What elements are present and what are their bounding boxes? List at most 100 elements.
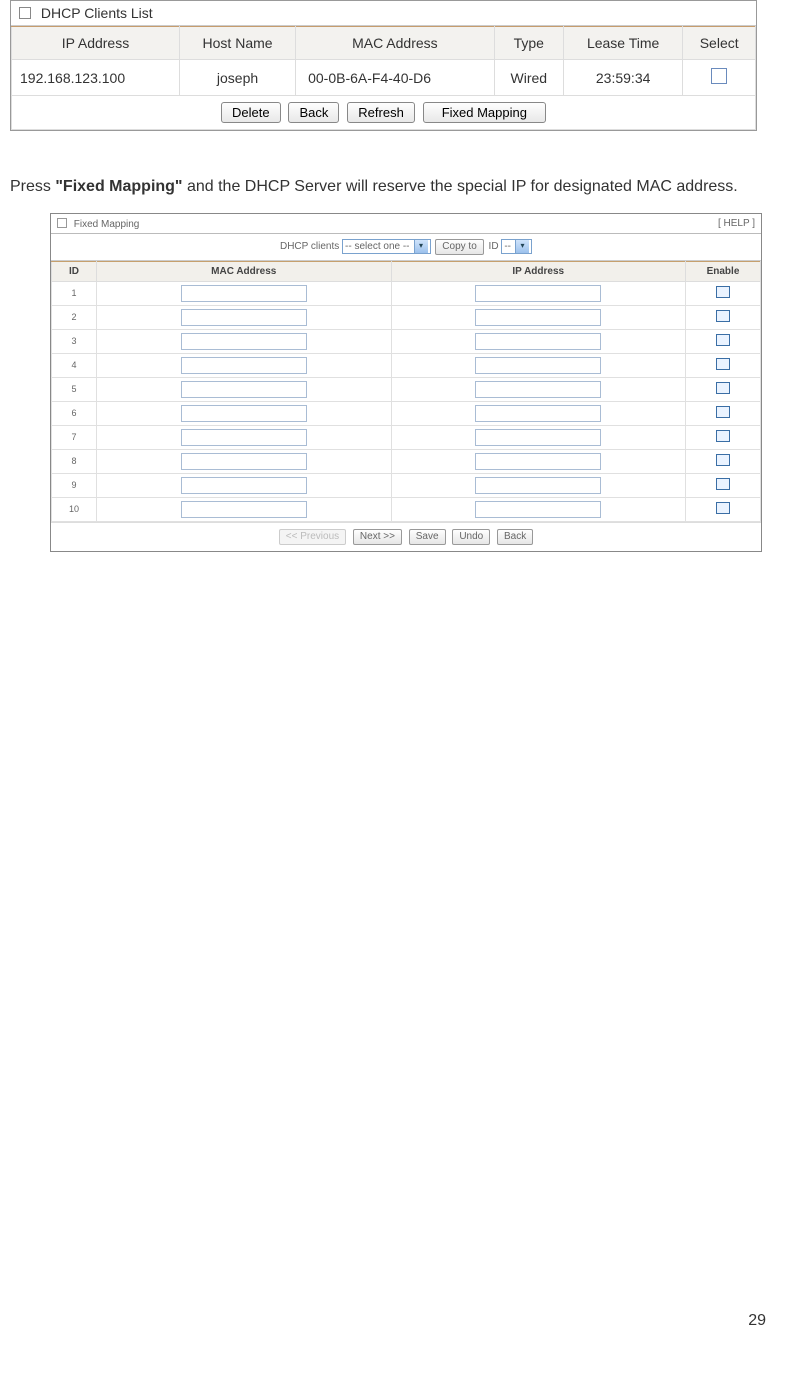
dhcp-clients-buttons-row: Delete Back Refresh Fixed Mapping — [12, 96, 756, 130]
col-host: Host Name — [179, 27, 295, 60]
fixed-mapping-title-bar: Fixed Mapping [ HELP ] — [51, 214, 761, 234]
cell-mac — [97, 306, 392, 330]
delete-button[interactable]: Delete — [221, 102, 281, 123]
cell-ip — [391, 282, 686, 306]
mac-input[interactable] — [181, 309, 307, 326]
dhcp-clients-title-bar: DHCP Clients List — [11, 1, 756, 26]
table-row: 8 — [52, 450, 761, 474]
cell-enable — [686, 498, 761, 522]
mac-input[interactable] — [181, 453, 307, 470]
col-mac: MAC Address — [296, 27, 495, 60]
cell-enable — [686, 402, 761, 426]
copy-to-button[interactable]: Copy to — [435, 239, 483, 255]
ip-input[interactable] — [475, 333, 601, 350]
enable-checkbox[interactable] — [716, 286, 730, 298]
fixed-mapping-footer: << Previous Next >> Save Undo Back — [51, 522, 761, 551]
ip-input[interactable] — [475, 285, 601, 302]
cell-enable — [686, 450, 761, 474]
cell-ip — [391, 354, 686, 378]
dhcp-clients-select[interactable]: -- select one -- ▾ — [342, 239, 430, 254]
chevron-down-icon: ▾ — [515, 240, 529, 253]
col-ip: IP Address — [12, 27, 180, 60]
cell-enable — [686, 354, 761, 378]
cell-ip — [391, 474, 686, 498]
ip-input[interactable] — [475, 405, 601, 422]
cell-mac — [97, 426, 392, 450]
table-row: 2 — [52, 306, 761, 330]
ip-input[interactable] — [475, 381, 601, 398]
mac-input[interactable] — [181, 477, 307, 494]
mac-input[interactable] — [181, 429, 307, 446]
dhcp-clients-title-text: DHCP Clients List — [41, 5, 153, 21]
help-link[interactable]: [ HELP ] — [718, 218, 755, 229]
ip-input[interactable] — [475, 501, 601, 518]
next-button[interactable]: Next >> — [353, 529, 402, 545]
cell-enable — [686, 474, 761, 498]
enable-checkbox[interactable] — [716, 502, 730, 514]
enable-checkbox[interactable] — [716, 406, 730, 418]
select-checkbox[interactable] — [711, 68, 727, 84]
mac-input[interactable] — [181, 357, 307, 374]
fixed-mapping-table: ID MAC Address IP Address Enable 1234567… — [51, 261, 761, 522]
dhcp-clients-label: DHCP clients — [280, 241, 339, 252]
enable-checkbox[interactable] — [716, 382, 730, 394]
cell-id: 7 — [52, 426, 97, 450]
enable-checkbox[interactable] — [716, 334, 730, 346]
id-select-value: -- — [504, 241, 511, 252]
cell-enable — [686, 282, 761, 306]
collapse-icon[interactable] — [19, 7, 31, 19]
mac-input[interactable] — [181, 381, 307, 398]
ip-input[interactable] — [475, 309, 601, 326]
mac-input[interactable] — [181, 333, 307, 350]
mac-input[interactable] — [181, 405, 307, 422]
cell-mac — [97, 354, 392, 378]
cell-lease: 23:59:34 — [563, 60, 682, 96]
refresh-button[interactable]: Refresh — [347, 102, 415, 123]
cell-id: 3 — [52, 330, 97, 354]
fixed-mapping-button[interactable]: Fixed Mapping — [423, 102, 546, 123]
enable-checkbox[interactable] — [716, 430, 730, 442]
cell-id: 8 — [52, 450, 97, 474]
dhcp-clients-table: IP Address Host Name MAC Address Type Le… — [11, 26, 756, 130]
table-row: 7 — [52, 426, 761, 450]
cell-mac — [97, 330, 392, 354]
enable-checkbox[interactable] — [716, 358, 730, 370]
cell-mac: 00-0B-6A-F4-40-D6 — [296, 60, 495, 96]
col-lease: Lease Time — [563, 27, 682, 60]
col-type: Type — [494, 27, 563, 60]
cell-enable — [686, 330, 761, 354]
col-mac: MAC Address — [97, 262, 392, 282]
mac-input[interactable] — [181, 285, 307, 302]
back-button[interactable]: Back — [288, 102, 339, 123]
undo-button[interactable]: Undo — [452, 529, 490, 545]
cell-id: 4 — [52, 354, 97, 378]
table-row: 4 — [52, 354, 761, 378]
id-select[interactable]: -- ▾ — [501, 239, 532, 254]
ip-input[interactable] — [475, 357, 601, 374]
enable-checkbox[interactable] — [716, 310, 730, 322]
cell-ip — [391, 498, 686, 522]
ip-input[interactable] — [475, 429, 601, 446]
ip-input[interactable] — [475, 477, 601, 494]
save-button[interactable]: Save — [409, 529, 446, 545]
collapse-icon[interactable] — [57, 218, 67, 228]
ip-input[interactable] — [475, 453, 601, 470]
enable-checkbox[interactable] — [716, 478, 730, 490]
cell-ip — [391, 450, 686, 474]
cell-mac — [97, 498, 392, 522]
back-button[interactable]: Back — [497, 529, 533, 545]
cell-enable — [686, 306, 761, 330]
cell-ip — [391, 306, 686, 330]
table-row: 3 — [52, 330, 761, 354]
mac-input[interactable] — [181, 501, 307, 518]
enable-checkbox[interactable] — [716, 454, 730, 466]
page-number: 29 — [748, 1312, 766, 1330]
cell-mac — [97, 378, 392, 402]
cell-mac — [97, 450, 392, 474]
table-row: 9 — [52, 474, 761, 498]
fixed-mapping-panel: Fixed Mapping [ HELP ] DHCP clients -- s… — [50, 213, 762, 552]
col-select: Select — [683, 27, 756, 60]
previous-button: << Previous — [279, 529, 346, 545]
cell-ip — [391, 426, 686, 450]
table-row: 6 — [52, 402, 761, 426]
